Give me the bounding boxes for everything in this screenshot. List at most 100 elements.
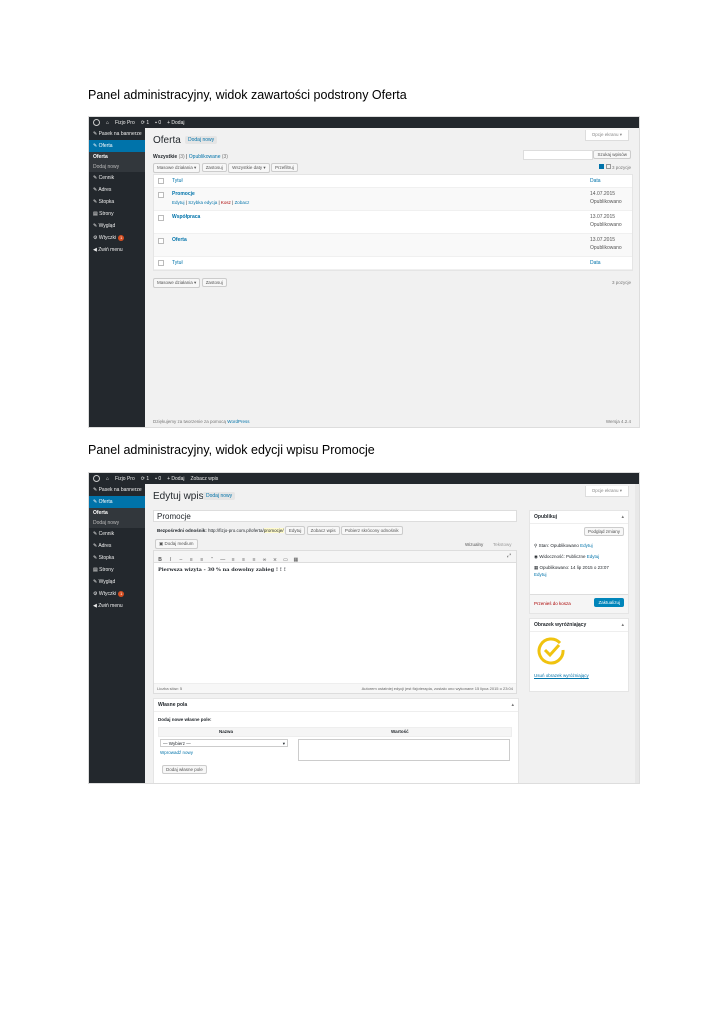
- sidebar-item-wyglad[interactable]: ✎ Wygląd: [89, 576, 145, 588]
- update-button[interactable]: Zaktualizuj: [594, 598, 624, 607]
- action-quick-edit[interactable]: Szybka edycja: [188, 200, 217, 205]
- submenu-oferta[interactable]: Oferta: [89, 508, 145, 518]
- search-input[interactable]: [523, 150, 593, 160]
- add-new-button[interactable]: Dodaj nowy: [185, 136, 218, 144]
- sidebar-item-cennik[interactable]: ✎ Cennik: [89, 172, 145, 184]
- row-title[interactable]: Oferta: [172, 237, 187, 243]
- remove-featured-image-link[interactable]: Usuń obrazek wyróżniający: [534, 673, 589, 678]
- permalink-url[interactable]: http://fizjo-pro.com.pl/oferta/: [208, 528, 264, 533]
- sidebar-item-adres[interactable]: ✎ Adres: [89, 540, 145, 552]
- sidebar-item-stopka[interactable]: ✎ Stopka: [89, 196, 145, 208]
- align-center-icon[interactable]: ≡: [241, 555, 247, 566]
- row-checkbox[interactable]: [158, 215, 164, 221]
- collapse-icon[interactable]: ▴: [621, 514, 624, 520]
- new-content-link[interactable]: + Dodaj: [167, 120, 184, 126]
- column-title-bottom[interactable]: Tytuł: [172, 260, 183, 266]
- submenu-oferta[interactable]: Oferta: [89, 152, 145, 162]
- filter-published[interactable]: Opublikowane: [189, 154, 221, 160]
- preview-changes-button[interactable]: Podgląd zmiany: [583, 527, 624, 536]
- action-trash[interactable]: Kosz: [221, 200, 231, 205]
- strikethrough-icon[interactable]: –: [178, 555, 184, 566]
- column-date-bottom[interactable]: Data: [590, 260, 601, 266]
- toolbar-toggle-icon[interactable]: ▦: [293, 555, 299, 566]
- excerpt-view-icon[interactable]: [605, 164, 611, 169]
- post-title-input[interactable]: Promocje: [153, 510, 517, 522]
- status-edit-link[interactable]: Edytuj: [580, 543, 593, 548]
- row-title[interactable]: Współpraca: [172, 214, 200, 220]
- sidebar-item-oferta[interactable]: ✎ Oferta: [89, 140, 145, 152]
- screen-options-button[interactable]: Opcje ekranu ▾: [584, 486, 629, 497]
- bullet-list-icon[interactable]: ≡: [188, 555, 194, 566]
- row-checkbox[interactable]: [158, 192, 164, 198]
- bulk-select[interactable]: Masowe działania ▾: [153, 163, 201, 173]
- column-title[interactable]: Tytuł: [172, 178, 183, 184]
- action-view[interactable]: Zobacz: [235, 200, 250, 205]
- publish-title[interactable]: Opublikuj: [530, 511, 628, 524]
- new-content-link[interactable]: + Dodaj: [167, 476, 184, 482]
- quote-icon[interactable]: “: [209, 555, 215, 566]
- list-view-icon[interactable]: [599, 164, 605, 169]
- comments-icon[interactable]: ▪ 0: [155, 120, 161, 126]
- visibility-edit-link[interactable]: Edytuj: [587, 554, 600, 559]
- fullscreen-icon[interactable]: ⤢: [506, 551, 512, 562]
- bold-icon[interactable]: B: [157, 555, 163, 566]
- row-checkbox[interactable]: [158, 238, 164, 244]
- enter-new-link[interactable]: Wprowadź nowy: [160, 750, 193, 755]
- unlink-icon[interactable]: ⨯: [272, 555, 278, 566]
- wordpress-logo-icon[interactable]: [93, 119, 100, 126]
- scrollbar[interactable]: [635, 484, 639, 783]
- admin-bar-site[interactable]: Fizjo Pro: [115, 120, 135, 126]
- published-edit-link[interactable]: Edytuj: [534, 572, 547, 577]
- add-custom-field-button[interactable]: Dodaj własne pole: [162, 765, 207, 774]
- sidebar-item-banner[interactable]: ✎ Pasek na bannerze: [89, 128, 145, 140]
- add-new-button[interactable]: Dodaj nowy: [203, 492, 236, 500]
- sidebar-collapse[interactable]: ◀ Zwiń menu: [89, 600, 145, 612]
- bulk-select-bottom[interactable]: Masowe działania ▾: [153, 278, 201, 288]
- align-left-icon[interactable]: ≡: [230, 555, 236, 566]
- screen-options-button[interactable]: Opcje ekranu ▾: [584, 130, 629, 141]
- field-name-select[interactable]: — Wybierz — ▾: [160, 739, 288, 747]
- sidebar-item-banner[interactable]: ✎ Pasek na bannerze: [89, 484, 145, 496]
- submenu-add-new[interactable]: Dodaj nowy: [89, 518, 145, 528]
- move-to-trash-link[interactable]: Przenieś do kosza: [534, 601, 571, 606]
- dates-select[interactable]: Wszystkie daty ▾: [228, 163, 270, 173]
- apply-button[interactable]: Zastosuj: [201, 163, 227, 172]
- filter-button[interactable]: Przefiltruj: [271, 163, 298, 172]
- more-icon[interactable]: ▭: [282, 555, 288, 566]
- sidebar-item-strony[interactable]: ▤ Strony: [89, 564, 145, 576]
- sidebar-item-cennik[interactable]: ✎ Cennik: [89, 528, 145, 540]
- align-right-icon[interactable]: ≡: [251, 555, 257, 566]
- apply-button-bottom[interactable]: Zastosuj: [201, 278, 227, 287]
- filter-all[interactable]: Wszystkie: [153, 154, 177, 160]
- sidebar-item-wtyczki[interactable]: ⚙ Wtyczki 1: [89, 232, 145, 244]
- row-title[interactable]: Promocje: [172, 191, 195, 197]
- wordpress-logo-icon[interactable]: [93, 475, 100, 482]
- featured-image-title[interactable]: Obrazek wyróżniający: [530, 619, 628, 632]
- italic-icon[interactable]: I: [167, 555, 173, 566]
- editor-tab-visual[interactable]: Wizualny: [465, 542, 483, 547]
- permalink-edit-button[interactable]: Edytuj: [284, 526, 306, 535]
- sidebar-item-stopka[interactable]: ✎ Stopka: [89, 552, 145, 564]
- permalink-view-button[interactable]: Zobacz wpis: [306, 526, 340, 535]
- collapse-icon[interactable]: ▴: [511, 702, 514, 708]
- numbered-list-icon[interactable]: ≡: [199, 555, 205, 566]
- column-date[interactable]: Data: [590, 178, 601, 184]
- link-icon[interactable]: ∞: [262, 555, 268, 566]
- sidebar-collapse[interactable]: ◀ Zwiń menu: [89, 244, 145, 256]
- updates-icon[interactable]: ⟳ 1: [141, 120, 149, 126]
- sidebar-item-wtyczki[interactable]: ⚙ Wtyczki 1: [89, 588, 145, 600]
- sidebar-item-strony[interactable]: ▤ Strony: [89, 208, 145, 220]
- field-value-textarea[interactable]: [298, 739, 510, 761]
- select-all-checkbox-bottom[interactable]: [158, 260, 164, 266]
- sidebar-item-oferta[interactable]: ✎ Oferta: [89, 496, 145, 508]
- search-button[interactable]: Szukaj wpisów: [593, 150, 631, 159]
- comments-icon[interactable]: ▪ 0: [155, 476, 161, 482]
- action-edit[interactable]: Edytuj: [172, 200, 185, 205]
- shortlink-button[interactable]: Pobierz skrócony odnośnik: [340, 526, 403, 535]
- admin-bar-site[interactable]: Fizjo Pro: [115, 476, 135, 482]
- sidebar-item-wyglad[interactable]: ✎ Wygląd: [89, 220, 145, 232]
- footer-wp-link[interactable]: WordPress: [227, 419, 249, 424]
- collapse-icon[interactable]: ▴: [621, 622, 624, 628]
- hr-icon[interactable]: —: [220, 555, 226, 566]
- updates-icon[interactable]: ⟳ 1: [141, 476, 149, 482]
